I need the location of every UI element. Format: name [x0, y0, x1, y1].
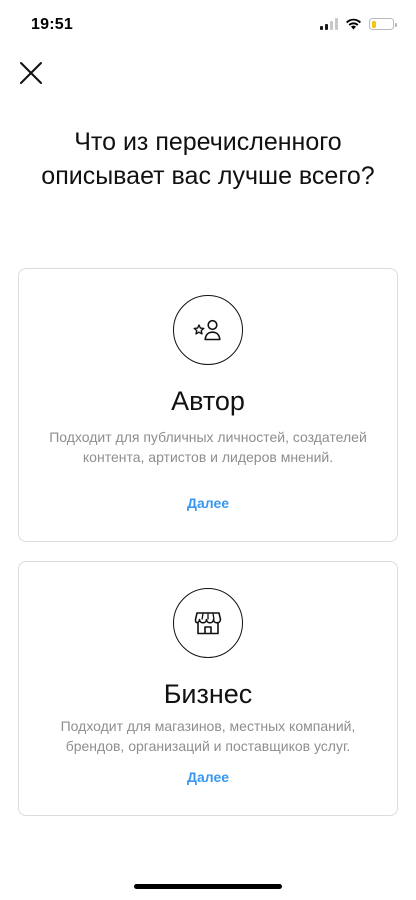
storefront-icon	[173, 588, 243, 658]
option-description: Подходит для публичных личностей, создат…	[49, 429, 367, 465]
wifi-icon	[346, 18, 361, 30]
battery-icon	[369, 18, 397, 30]
next-link[interactable]: Далее	[19, 495, 397, 511]
option-card-author[interactable]: Автор Подходит для публичных личностей, …	[18, 268, 398, 542]
option-title: Автор	[171, 386, 245, 416]
status-time: 19:51	[31, 16, 73, 33]
close-button[interactable]	[18, 60, 44, 86]
home-indicator[interactable]	[134, 884, 282, 889]
battery-level	[371, 20, 376, 28]
close-icon	[20, 62, 42, 84]
option-title: Бизнес	[163, 679, 253, 709]
status-bar: 19:51	[0, 0, 416, 48]
page-title: Что из перечисленного описывает вас лучш…	[41, 128, 375, 190]
status-icons	[320, 17, 397, 30]
option-card-business[interactable]: Бизнес Подходит для магазинов, местных к…	[18, 561, 398, 816]
option-description: Подходит для магазинов, местных компаний…	[60, 718, 356, 754]
next-link[interactable]: Далее	[19, 769, 397, 785]
cellular-signal-icon	[320, 18, 338, 30]
creator-icon	[173, 295, 243, 365]
